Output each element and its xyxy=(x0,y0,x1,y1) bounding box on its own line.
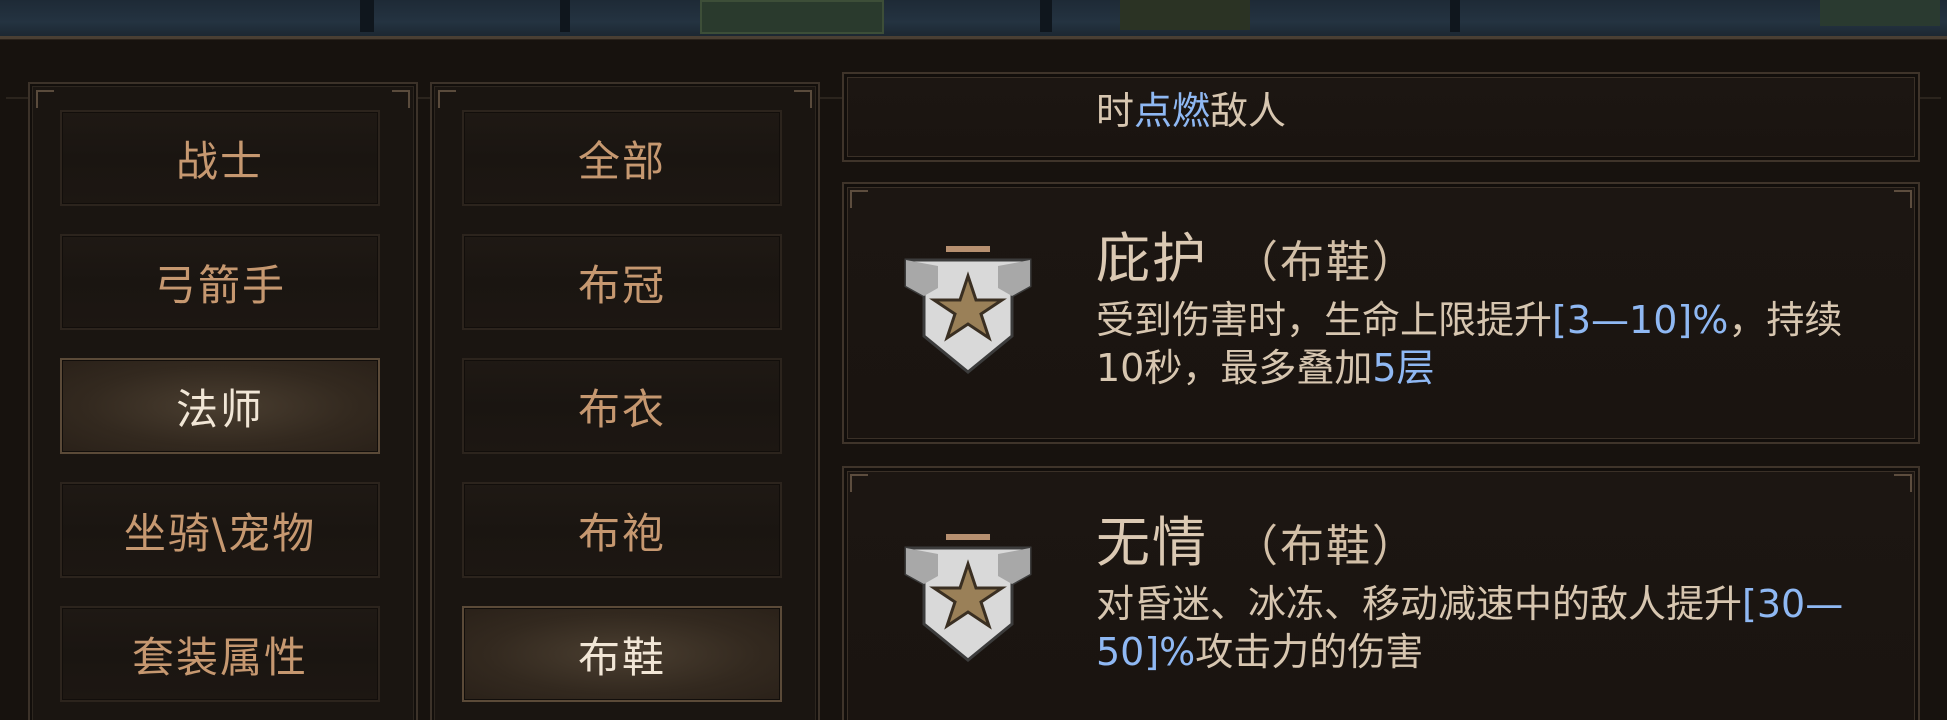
item-card-partial[interactable]: 时点燃敌人 xyxy=(842,72,1920,162)
slot-cloth-crown-button[interactable]: 布冠 xyxy=(462,234,782,330)
item-title: 无情 （布鞋） xyxy=(1096,511,1418,574)
category-mage-button[interactable]: 法师 xyxy=(60,358,380,454)
item-card-shelter[interactable]: 庇护 （布鞋） 受到伤害时，生命上限提升[3—10]%，持续10秒，最多叠加5层 xyxy=(842,182,1920,444)
category-archer-button[interactable]: 弓箭手 xyxy=(60,234,380,330)
item-description: 受到伤害时，生命上限提升[3—10]%，持续10秒，最多叠加5层 xyxy=(1096,298,1843,390)
game-world-background xyxy=(0,0,1947,40)
category-set-attributes-button[interactable]: 套装属性 xyxy=(60,606,380,702)
item-title: 庇护 （布鞋） xyxy=(1096,227,1418,290)
item-description: 时点燃敌人 xyxy=(1096,89,1287,133)
game-screen: 战士 弓箭手 法师 坐骑\宠物 套装属性 全部 布冠 布衣 布袍 布鞋 时点燃敌… xyxy=(0,0,1947,720)
eagle-star-emblem-icon xyxy=(904,534,1032,662)
slot-cloth-shirt-button[interactable]: 布衣 xyxy=(462,358,782,454)
item-card-ruthless[interactable]: 无情 （布鞋） 对昏迷、冰冻、移动减速中的敌人提升[30—50]%攻击力的伤害 xyxy=(842,466,1920,720)
eagle-star-emblem-icon xyxy=(904,246,1032,374)
slot-cloth-shoes-button[interactable]: 布鞋 xyxy=(462,606,782,702)
slot-cloth-robe-button[interactable]: 布袍 xyxy=(462,482,782,578)
category-warrior-button[interactable]: 战士 xyxy=(60,110,380,206)
category-mount-pet-button[interactable]: 坐骑\宠物 xyxy=(60,482,380,578)
slot-all-button[interactable]: 全部 xyxy=(462,110,782,206)
item-description: 对昏迷、冰冻、移动减速中的敌人提升[30—50]%攻击力的伤害 xyxy=(1096,582,1844,674)
